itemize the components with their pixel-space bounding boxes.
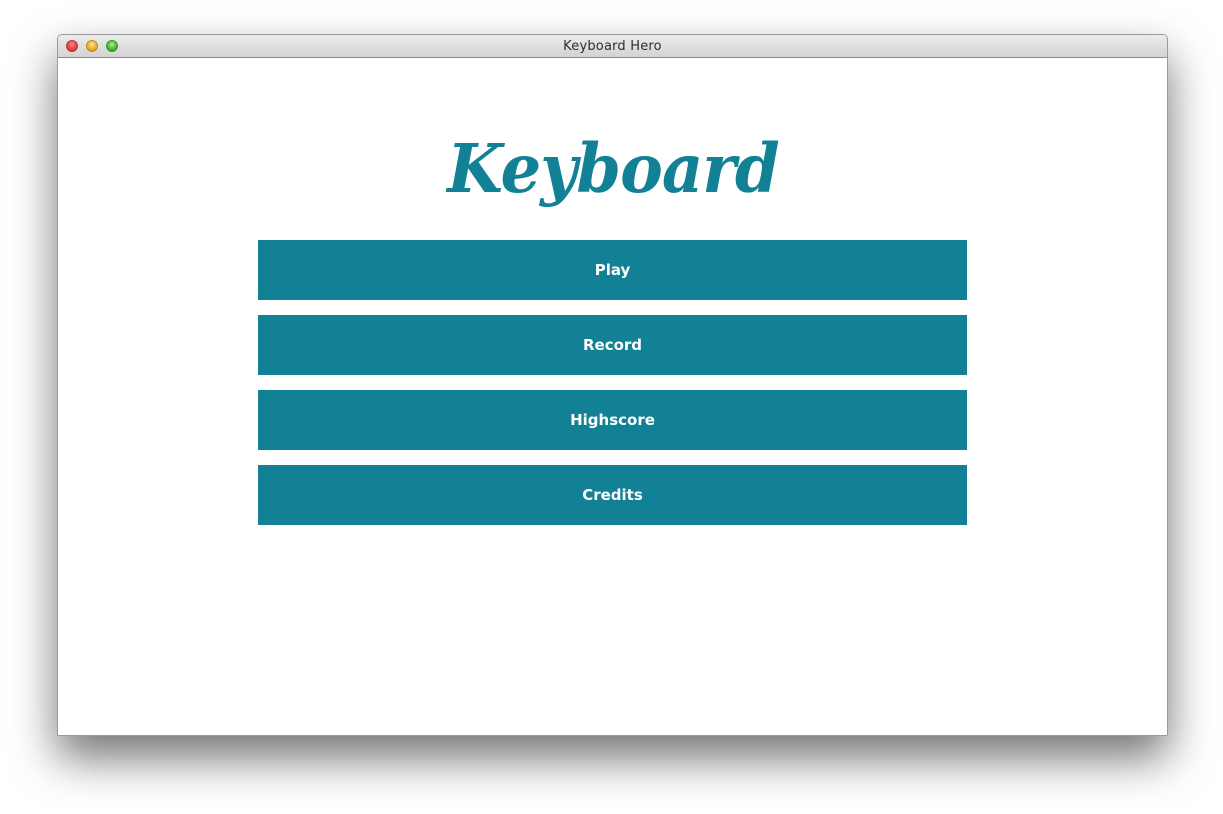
highscore-button[interactable]: Highscore xyxy=(258,390,967,450)
game-logo: Keyboard Hero xyxy=(447,130,780,314)
record-button[interactable]: Record xyxy=(258,315,967,375)
main-menu: Play Record Highscore Credits xyxy=(258,240,967,540)
play-button[interactable]: Play xyxy=(258,240,967,300)
app-window: Keyboard Hero Keyboard Hero Play Record … xyxy=(57,34,1168,736)
window-title: Keyboard Hero xyxy=(563,39,662,54)
credits-button[interactable]: Credits xyxy=(258,465,967,525)
title-bar[interactable]: Keyboard Hero xyxy=(58,35,1167,58)
main-content: Keyboard Hero Play Record Highscore Cred… xyxy=(58,58,1167,735)
